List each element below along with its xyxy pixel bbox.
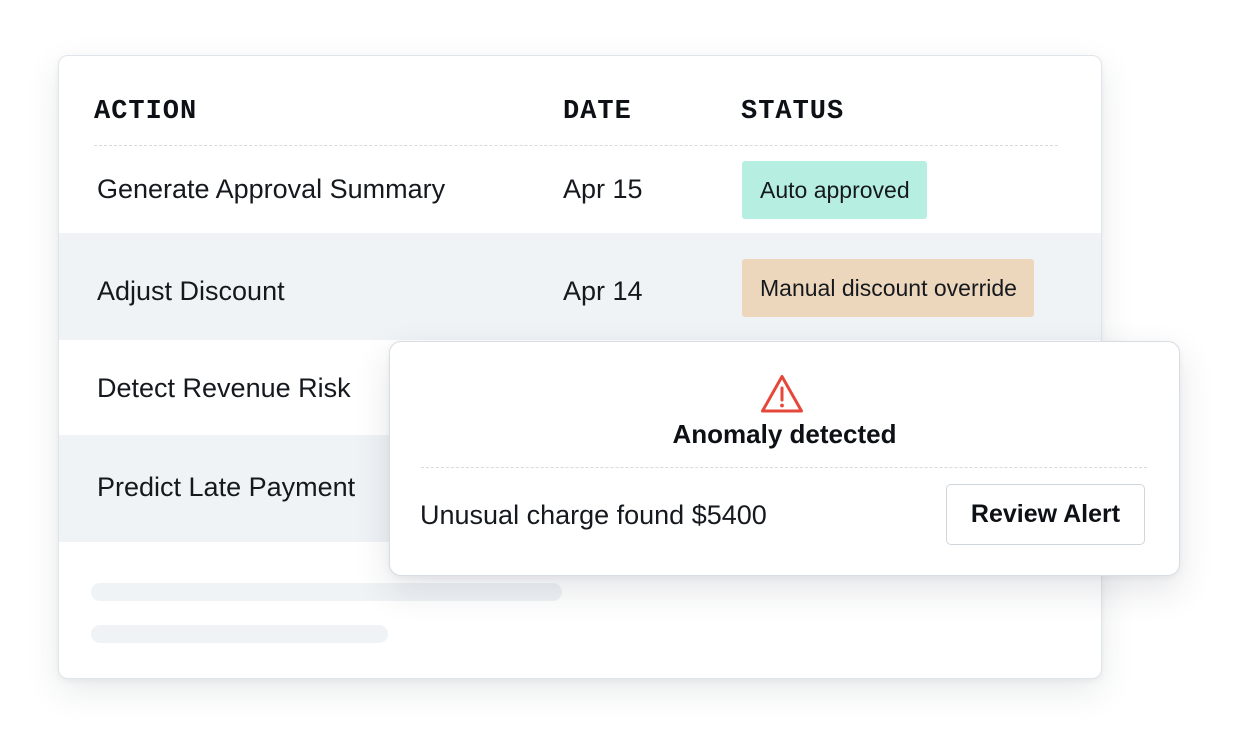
stage: ACTION DATE STATUS Generate Approval Sum…	[0, 0, 1236, 738]
alert-title: Anomaly detected	[672, 419, 897, 449]
status-badge: Auto approved	[742, 161, 927, 219]
column-header-date: DATE	[563, 97, 632, 127]
status-badge: Manual discount override	[742, 259, 1034, 317]
action-cell: Detect Revenue Risk	[97, 373, 351, 403]
skeleton-placeholder	[91, 625, 388, 643]
warning-triangle-icon	[761, 375, 803, 413]
skeleton-placeholder	[91, 583, 562, 601]
date-cell: Apr 14	[563, 276, 643, 306]
review-alert-button[interactable]: Review Alert	[946, 484, 1145, 545]
column-header-action: ACTION	[94, 97, 198, 127]
table-row[interactable]: Adjust Discount Apr 14 Manual discount o…	[59, 233, 1101, 340]
alert-divider	[421, 467, 1147, 468]
anomaly-alert-card: Anomaly detected Unusual charge found $5…	[389, 341, 1180, 576]
column-header-status: STATUS	[741, 97, 845, 127]
alert-message: Unusual charge found $5400	[420, 500, 767, 530]
header-divider	[94, 145, 1058, 146]
table-header-row: ACTION DATE STATUS	[59, 56, 1101, 146]
table-row[interactable]: Generate Approval Summary Apr 15 Auto ap…	[59, 147, 1101, 233]
action-cell: Adjust Discount	[97, 276, 285, 306]
action-cell: Predict Late Payment	[97, 472, 356, 502]
date-cell: Apr 15	[563, 174, 643, 204]
action-cell: Generate Approval Summary	[97, 174, 446, 204]
